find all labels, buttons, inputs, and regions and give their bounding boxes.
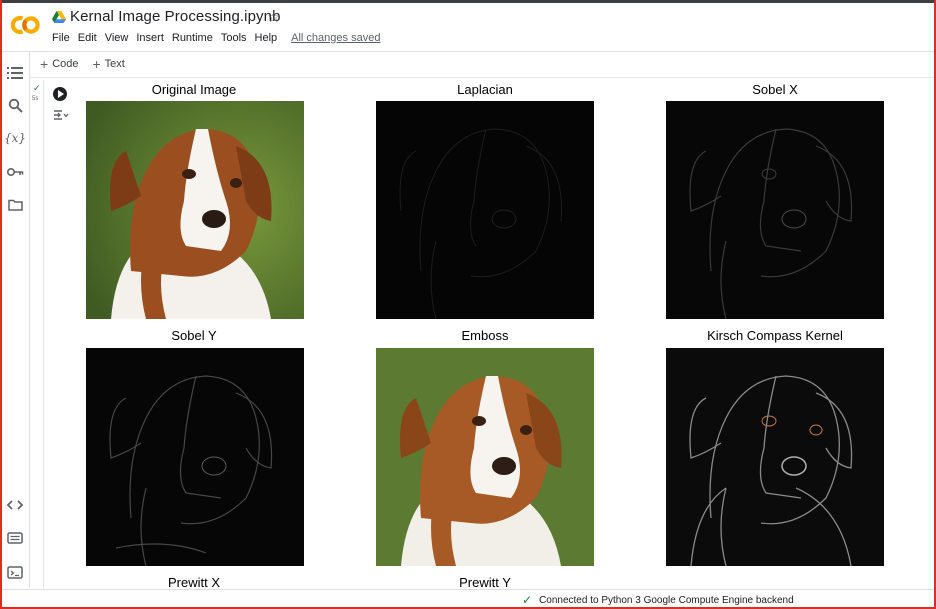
left-sidebar: {x} xyxy=(2,52,29,590)
panel-title-original: Original Image xyxy=(151,82,237,97)
menu-tools[interactable]: Tools xyxy=(221,32,247,44)
execution-check-icon: ✓ xyxy=(33,83,41,93)
menu-view[interactable]: View xyxy=(105,32,129,44)
colab-logo[interactable]: CO xyxy=(9,12,41,38)
terminal-icon[interactable] xyxy=(5,562,25,582)
command-palette-icon[interactable] xyxy=(5,528,25,548)
sobel-y-image xyxy=(86,348,304,566)
kirsch-compass-image xyxy=(666,348,884,566)
google-drive-icon xyxy=(52,11,66,23)
star-icon[interactable]: ☆ xyxy=(267,10,280,26)
menu-bar: File Edit View Insert Runtime Tools Help… xyxy=(52,32,388,44)
menu-help[interactable]: Help xyxy=(255,32,278,44)
panel-title-prewitt-y: Prewitt Y xyxy=(459,575,511,590)
add-code-button[interactable]: + Code xyxy=(40,55,79,72)
sobel-x-image xyxy=(666,101,884,319)
key-icon[interactable] xyxy=(5,162,25,182)
add-text-button[interactable]: + Text xyxy=(92,55,125,72)
window-top-border xyxy=(0,0,936,3)
menu-insert[interactable]: Insert xyxy=(136,32,164,44)
panel-title-sobel-x: Sobel X xyxy=(752,82,798,97)
menu-runtime[interactable]: Runtime xyxy=(172,32,213,44)
notebook-toolbar: + Code + Text xyxy=(40,55,139,72)
toolbar-divider xyxy=(30,77,934,78)
status-divider xyxy=(2,589,934,590)
laplacian-image xyxy=(376,101,594,319)
panel-title-emboss: Emboss xyxy=(461,328,509,343)
menu-edit[interactable]: Edit xyxy=(78,32,97,44)
execution-time: 5s xyxy=(32,96,39,102)
add-code-label: Code xyxy=(52,58,79,70)
search-icon[interactable] xyxy=(5,95,25,115)
panel-title-sobel-y: Sobel Y xyxy=(171,328,217,343)
status-text: Connected to Python 3 Google Compute Eng… xyxy=(539,594,794,606)
sidebar-divider xyxy=(29,52,30,588)
notebook-title[interactable]: Kernal Image Processing.ipynb xyxy=(70,8,281,25)
output-actions-icon[interactable] xyxy=(53,108,69,122)
panel-title-laplacian: Laplacian xyxy=(457,82,513,97)
plus-icon: + xyxy=(92,55,101,72)
run-cell-button[interactable] xyxy=(53,87,67,101)
emboss-image xyxy=(376,348,594,566)
code-snippets-icon[interactable] xyxy=(5,495,25,515)
table-of-contents-icon[interactable] xyxy=(5,63,25,83)
cell-border xyxy=(43,80,44,590)
panel-title-kirsch: Kirsch Compass Kernel xyxy=(707,328,843,343)
variables-icon[interactable]: {x} xyxy=(4,128,26,148)
folder-icon[interactable] xyxy=(5,195,25,215)
panel-title-prewitt-x: Prewitt X xyxy=(167,575,220,590)
plus-icon: + xyxy=(40,55,49,72)
header-divider xyxy=(2,51,934,52)
connected-check-icon: ✓ xyxy=(522,593,533,607)
add-text-label: Text xyxy=(104,58,125,70)
original-image xyxy=(86,101,304,319)
save-status-link[interactable]: All changes saved xyxy=(291,32,380,44)
status-bar[interactable]: ✓ Connected to Python 3 Google Compute E… xyxy=(522,593,794,607)
menu-file[interactable]: File xyxy=(52,32,70,44)
